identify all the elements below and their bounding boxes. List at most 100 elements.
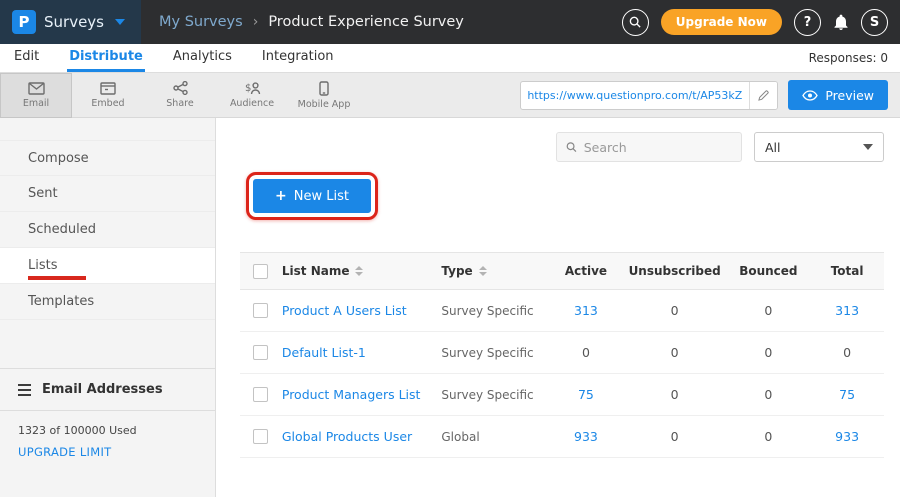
row-checkbox[interactable] bbox=[253, 345, 268, 360]
tab-distribute[interactable]: Distribute bbox=[67, 44, 145, 72]
email-addresses-title: Email Addresses bbox=[42, 382, 163, 397]
list-type: Global bbox=[441, 430, 549, 444]
total-count[interactable]: 75 bbox=[810, 387, 884, 402]
table-row: Default List-1 Survey Specific 0 0 0 0 bbox=[240, 332, 884, 374]
table-row: Global Products User Global 933 0 0 933 bbox=[240, 416, 884, 458]
upgrade-now-button[interactable]: Upgrade Now bbox=[661, 9, 782, 35]
breadcrumb-my-surveys[interactable]: My Surveys bbox=[159, 14, 243, 30]
email-usage-status: 1323 of 100000 Used bbox=[0, 411, 215, 440]
list-name-link[interactable]: Default List-1 bbox=[282, 345, 442, 360]
sidebar-item-lists[interactable]: Lists bbox=[0, 248, 215, 284]
tool-share-label: Share bbox=[166, 98, 193, 109]
list-search-input[interactable] bbox=[584, 140, 732, 155]
header-unsubscribed: Unsubscribed bbox=[623, 264, 727, 278]
share-icon bbox=[173, 81, 188, 95]
unsubscribed-count: 0 bbox=[623, 387, 727, 402]
new-list-button[interactable]: + New List bbox=[253, 179, 371, 213]
help-icon[interactable]: ? bbox=[794, 9, 821, 36]
sidebar-item-templates[interactable]: Templates bbox=[0, 284, 215, 320]
active-count[interactable]: 313 bbox=[549, 303, 623, 318]
survey-url-box bbox=[520, 81, 778, 110]
tab-edit[interactable]: Edit bbox=[12, 44, 41, 72]
annotation-red-underline bbox=[28, 276, 86, 280]
tool-embed[interactable]: Embed bbox=[72, 73, 144, 118]
tool-email[interactable]: Email bbox=[0, 73, 72, 118]
row-checkbox[interactable] bbox=[253, 429, 268, 444]
sidebar-item-compose[interactable]: Compose bbox=[0, 140, 215, 176]
select-all-checkbox[interactable] bbox=[253, 264, 268, 279]
sidebar-item-templates-label: Templates bbox=[28, 294, 94, 309]
list-search-box bbox=[556, 132, 742, 162]
tab-analytics[interactable]: Analytics bbox=[171, 44, 234, 72]
tool-mobile-app[interactable]: Mobile App bbox=[288, 73, 360, 118]
email-addresses-block: Email Addresses 1323 of 100000 Used UPGR… bbox=[0, 368, 215, 464]
survey-url-input[interactable] bbox=[521, 89, 749, 102]
list-icon bbox=[18, 384, 31, 396]
bounced-count: 0 bbox=[726, 429, 810, 444]
topbar-actions: Upgrade Now ? S bbox=[622, 9, 888, 36]
unsubscribed-count: 0 bbox=[623, 303, 727, 318]
search-icon bbox=[566, 141, 577, 153]
header-type-label: Type bbox=[441, 264, 472, 278]
preview-button[interactable]: Preview bbox=[788, 80, 888, 110]
table-row: Product A Users List Survey Specific 313… bbox=[240, 290, 884, 332]
toolbar-right: Preview bbox=[520, 80, 888, 110]
avatar[interactable]: S bbox=[861, 9, 888, 36]
list-name-link[interactable]: Global Products User bbox=[282, 429, 442, 444]
sort-icon[interactable] bbox=[479, 266, 487, 276]
upgrade-limit-link[interactable]: UPGRADE LIMIT bbox=[0, 440, 215, 464]
email-addresses-header: Email Addresses bbox=[0, 369, 215, 411]
row-checkbox[interactable] bbox=[253, 303, 268, 318]
unsubscribed-count: 0 bbox=[623, 429, 727, 444]
breadcrumb-current: Product Experience Survey bbox=[268, 14, 464, 30]
chevron-down-icon bbox=[115, 19, 125, 25]
distribute-toolbar: Email Embed Share $ Audience Mobile App … bbox=[0, 73, 900, 118]
sort-icon[interactable] bbox=[355, 266, 363, 276]
embed-icon bbox=[100, 82, 116, 95]
tool-email-label: Email bbox=[23, 98, 49, 109]
active-count[interactable]: 933 bbox=[549, 429, 623, 444]
active-count: 0 bbox=[549, 345, 623, 360]
tool-audience[interactable]: $ Audience bbox=[216, 73, 288, 118]
sidebar-item-scheduled[interactable]: Scheduled bbox=[0, 212, 215, 248]
total-count[interactable]: 933 bbox=[810, 429, 884, 444]
preview-label: Preview bbox=[825, 88, 874, 103]
notifications-bell-icon[interactable] bbox=[833, 13, 849, 31]
active-count[interactable]: 75 bbox=[549, 387, 623, 402]
list-type: Survey Specific bbox=[441, 388, 549, 402]
eye-icon bbox=[802, 90, 818, 101]
email-sidebar: Compose Sent Scheduled Lists Templates E… bbox=[0, 118, 216, 497]
topbar: P Surveys My Surveys › Product Experienc… bbox=[0, 0, 900, 44]
breadcrumb: My Surveys › Product Experience Survey bbox=[159, 14, 464, 30]
list-name-link[interactable]: Product A Users List bbox=[282, 303, 442, 318]
audience-icon: $ bbox=[244, 81, 261, 95]
unsubscribed-count: 0 bbox=[623, 345, 727, 360]
tool-embed-label: Embed bbox=[91, 98, 124, 109]
new-list-label: New List bbox=[294, 189, 349, 204]
list-type: Survey Specific bbox=[441, 304, 549, 318]
search-icon[interactable] bbox=[622, 9, 649, 36]
lists-panel: All + New List List Name Type bbox=[216, 118, 900, 497]
header-active: Active bbox=[549, 264, 623, 278]
edit-url-pencil-icon[interactable] bbox=[749, 82, 777, 109]
tool-share[interactable]: Share bbox=[144, 73, 216, 118]
annotation-red-box: + New List bbox=[246, 172, 378, 220]
bounced-count: 0 bbox=[726, 345, 810, 360]
chevron-down-icon bbox=[863, 144, 873, 150]
tab-integration[interactable]: Integration bbox=[260, 44, 336, 72]
sidebar-item-sent[interactable]: Sent bbox=[0, 176, 215, 212]
total-count[interactable]: 313 bbox=[810, 303, 884, 318]
product-switcher[interactable]: P Surveys bbox=[0, 0, 141, 44]
header-total: Total bbox=[810, 264, 884, 278]
list-name-link[interactable]: Product Managers List bbox=[282, 387, 442, 402]
table-row: Product Managers List Survey Specific 75… bbox=[240, 374, 884, 416]
header-list-name-label: List Name bbox=[282, 264, 350, 278]
list-type-filter[interactable]: All bbox=[754, 132, 884, 162]
table-header-row: List Name Type Active Unsubscribed Bounc… bbox=[240, 252, 884, 290]
responses-count: Responses: 0 bbox=[809, 44, 888, 72]
row-checkbox[interactable] bbox=[253, 387, 268, 402]
header-type[interactable]: Type bbox=[441, 264, 549, 278]
header-list-name[interactable]: List Name bbox=[282, 264, 442, 278]
bounced-count: 0 bbox=[726, 303, 810, 318]
content: Compose Sent Scheduled Lists Templates E… bbox=[0, 118, 900, 497]
